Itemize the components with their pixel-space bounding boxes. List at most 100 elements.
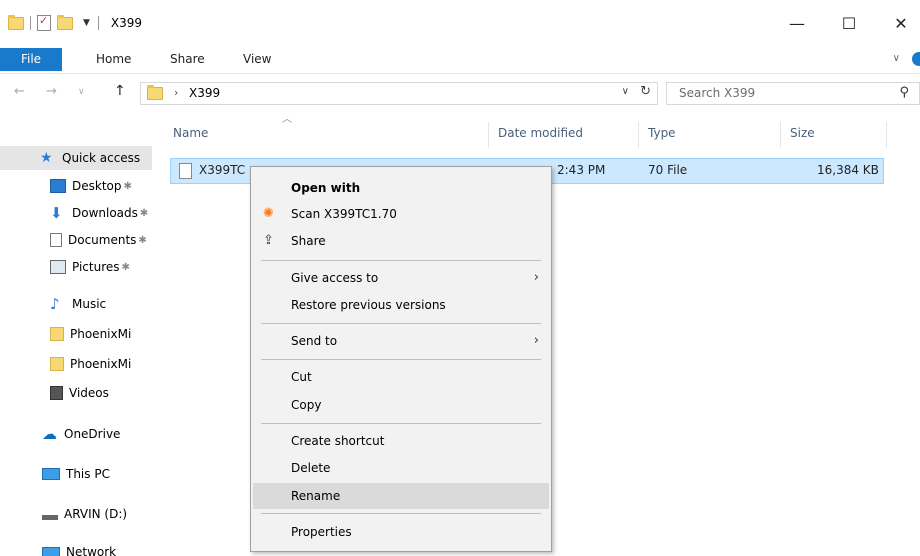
chevron-right-icon: › xyxy=(533,333,539,348)
sidebar-item-label: PhoenixMi xyxy=(70,327,132,341)
sidebar-item-label: Network xyxy=(66,545,117,556)
file-name: X399TC xyxy=(199,163,246,177)
sidebar-item-label: Pictures xyxy=(72,260,120,274)
menu-item-share[interactable]: ⇪ Share xyxy=(253,228,549,254)
column-header-name[interactable]: Name xyxy=(173,118,208,148)
sort-ascending-icon: ︿ xyxy=(282,114,292,125)
sidebar-item-pictures[interactable]: Pictures ✱ xyxy=(0,255,152,279)
computer-icon xyxy=(42,468,60,480)
recent-locations-icon[interactable]: ∨ xyxy=(78,87,85,97)
sidebar-item-phoenixmi[interactable]: PhoenixMi xyxy=(0,322,152,346)
context-menu: Open with ✺ Scan X399TC1.70 ⇪ Share Give… xyxy=(250,166,552,552)
refresh-icon[interactable]: ↻ xyxy=(640,84,651,99)
tab-home[interactable]: Home xyxy=(96,48,131,71)
customize-toolbar-icon[interactable]: ▼ xyxy=(83,18,90,28)
menu-item-send-to[interactable]: Send to › xyxy=(253,328,549,354)
column-header-date-modified[interactable]: Date modified xyxy=(498,118,583,148)
sidebar-item-videos[interactable]: Videos xyxy=(0,381,152,405)
title-bar: ▼ X399 — ☐ ✕ xyxy=(0,0,920,44)
videos-icon xyxy=(50,386,63,400)
file-icon xyxy=(179,163,192,179)
sidebar-item-label: ARVIN (D:) xyxy=(64,507,128,521)
back-arrow-icon[interactable]: ← xyxy=(14,84,25,99)
network-icon xyxy=(42,547,60,556)
sidebar-item-arvin-drive[interactable]: ARVIN (D:) xyxy=(0,502,152,526)
menu-separator xyxy=(261,423,541,424)
menu-item-restore-previous-versions[interactable]: Restore previous versions xyxy=(253,292,549,318)
up-arrow-icon[interactable]: ↑ xyxy=(114,83,126,99)
properties-icon[interactable] xyxy=(37,14,51,31)
music-icon: ♪ xyxy=(50,295,60,313)
column-divider[interactable] xyxy=(886,122,887,148)
maximize-button[interactable]: ☐ xyxy=(826,10,872,38)
pin-icon: ✱ xyxy=(121,261,130,273)
menu-item-cut[interactable]: Cut xyxy=(253,364,549,390)
quick-access-toolbar: ▼ X399 xyxy=(8,14,142,32)
sidebar-item-network[interactable]: Network xyxy=(0,540,152,556)
address-bar[interactable]: › X399 ∨ ↻ xyxy=(140,82,658,105)
folder-icon xyxy=(147,85,163,100)
menu-item-delete[interactable]: Delete xyxy=(253,455,549,481)
download-icon: ⬇ xyxy=(50,204,63,222)
menu-item-label: Share xyxy=(291,234,326,248)
menu-separator xyxy=(261,359,541,360)
pictures-icon xyxy=(50,260,66,274)
menu-item-label: Send to xyxy=(291,334,338,348)
new-folder-icon[interactable] xyxy=(57,14,73,30)
help-icon[interactable] xyxy=(912,52,920,66)
menu-item-copy[interactable]: Copy xyxy=(253,392,549,418)
tab-file[interactable]: File xyxy=(0,48,62,71)
forward-arrow-icon[interactable]: → xyxy=(46,84,57,99)
menu-item-give-access-to[interactable]: Give access to › xyxy=(253,265,549,291)
documents-icon xyxy=(50,233,62,247)
sidebar-item-label: Documents xyxy=(68,233,137,247)
sidebar-item-label: Downloads xyxy=(72,206,138,220)
expand-ribbon-icon[interactable]: ∨ xyxy=(893,53,900,64)
sidebar-item-this-pc[interactable]: This PC xyxy=(0,462,152,486)
navigation-pane: ★ Quick access Desktop ✱ ⬇ Downloads ✱ D… xyxy=(0,112,152,556)
sidebar-item-onedrive[interactable]: ☁ OneDrive xyxy=(0,422,152,446)
menu-item-properties[interactable]: Properties xyxy=(253,519,549,545)
drive-icon xyxy=(42,514,58,520)
menu-item-open-with[interactable]: Open with xyxy=(253,175,549,201)
sidebar-item-label: Videos xyxy=(69,386,109,400)
menu-separator xyxy=(261,260,541,261)
search-placeholder: Search X399 xyxy=(679,86,756,100)
file-type: 70 File xyxy=(648,163,688,177)
sidebar-item-label: PhoenixMi xyxy=(70,357,132,371)
close-button[interactable]: ✕ xyxy=(878,10,920,38)
menu-item-scan[interactable]: ✺ Scan X399TC1.70 xyxy=(253,201,549,227)
column-header-type[interactable]: Type xyxy=(648,118,676,148)
chevron-right-icon[interactable]: › xyxy=(174,86,178,99)
pin-icon: ✱ xyxy=(123,180,132,192)
chevron-down-icon[interactable]: ∨ xyxy=(622,86,629,97)
toolbar-divider xyxy=(30,16,31,30)
sidebar-item-desktop[interactable]: Desktop ✱ xyxy=(0,174,152,198)
search-input[interactable]: Search X399 ⚲ xyxy=(666,82,920,105)
column-divider[interactable] xyxy=(488,122,489,148)
breadcrumb[interactable]: X399 xyxy=(189,86,220,100)
folder-icon xyxy=(50,357,64,371)
antivirus-icon: ✺ xyxy=(263,206,274,221)
column-divider[interactable] xyxy=(638,122,639,148)
sidebar-item-label: OneDrive xyxy=(64,427,121,441)
sidebar-item-downloads[interactable]: ⬇ Downloads ✱ xyxy=(0,201,152,225)
folder-icon[interactable] xyxy=(8,14,24,30)
sidebar-item-phoenixmi-2[interactable]: PhoenixMi xyxy=(0,352,152,376)
tab-view[interactable]: View xyxy=(243,48,271,71)
sidebar-item-label: This PC xyxy=(66,467,110,481)
sidebar-item-music[interactable]: ♪ Music xyxy=(0,292,152,316)
column-divider[interactable] xyxy=(780,122,781,148)
navigation-bar: ← → ∨ ↑ › X399 ∨ ↻ Search X399 ⚲ xyxy=(0,76,920,110)
menu-item-rename[interactable]: Rename xyxy=(253,483,549,509)
chevron-right-icon: › xyxy=(533,270,539,285)
sidebar-item-documents[interactable]: Documents ✱ xyxy=(0,228,152,252)
sidebar-item-label: Quick access xyxy=(62,151,141,165)
cloud-icon: ☁ xyxy=(42,425,57,443)
minimize-button[interactable]: — xyxy=(774,10,820,38)
column-header-size[interactable]: Size xyxy=(790,118,815,148)
sidebar-item-quick-access[interactable]: ★ Quick access xyxy=(0,146,152,170)
tab-share[interactable]: Share xyxy=(170,48,205,71)
search-icon[interactable]: ⚲ xyxy=(899,85,909,100)
menu-item-create-shortcut[interactable]: Create shortcut xyxy=(253,428,549,454)
